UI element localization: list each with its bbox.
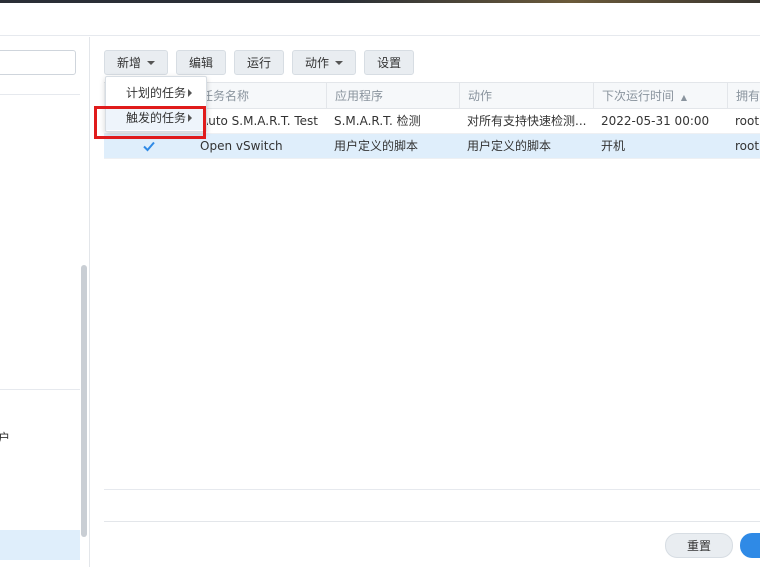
sidebar-divider — [0, 94, 80, 95]
chevron-down-icon — [335, 60, 344, 65]
column-header-next-run[interactable]: 下次运行时间 ▲ — [593, 83, 727, 109]
edit-button[interactable]: 编辑 — [176, 50, 227, 75]
new-button[interactable]: 新增 — [104, 50, 169, 75]
window-header — [0, 3, 760, 36]
column-header-owner[interactable]: 拥有者 — [727, 83, 760, 109]
cell-application: S.M.A.R.T. 检测 — [334, 114, 421, 128]
cell-next-run: 开机 — [601, 139, 626, 153]
sidebar-divider — [0, 389, 80, 390]
sort-ascending-icon: ▲ — [680, 93, 687, 102]
edit-button-label: 编辑 — [189, 56, 214, 70]
toolbar: 新增 编辑 运行 动作 设置 — [104, 50, 415, 75]
grid-footer-divider — [104, 489, 760, 490]
cell-action: 用户定义的脚本 — [467, 139, 552, 153]
new-button-label: 新增 — [117, 56, 142, 70]
cell-application: 用户定义的脚本 — [334, 139, 419, 153]
cell-next-run: 2022-05-31 00:00 — [601, 114, 710, 128]
task-grid: 任务名称 应用程序 动作 下次运行时间 ▲ 拥有者 Auto S.M.A.R.T… — [104, 82, 760, 512]
sidebar-scrollbar[interactable] — [81, 265, 87, 537]
action-button-label: 动作 — [305, 56, 330, 70]
reset-button[interactable]: 重置 — [665, 533, 733, 558]
chevron-right-icon — [188, 89, 192, 97]
cell-action: 对所有支持快速检测... — [467, 114, 587, 128]
sidebar-item-selected[interactable] — [0, 530, 80, 560]
footer-divider — [104, 521, 760, 522]
primary-button[interactable] — [740, 533, 760, 558]
run-button-label: 运行 — [247, 56, 272, 70]
run-button[interactable]: 运行 — [234, 50, 285, 75]
cell-task-name: Open vSwitch — [200, 139, 283, 153]
sidebar: 户 — [0, 37, 90, 567]
menu-item-label: 计划的任务 — [126, 86, 187, 100]
reset-button-label: 重置 — [686, 539, 711, 553]
cell-owner: root — [735, 114, 760, 128]
column-header-task-name[interactable]: 任务名称 — [192, 83, 326, 109]
sidebar-search-input[interactable] — [0, 50, 76, 75]
cell-owner: root — [735, 139, 760, 153]
action-button[interactable]: 动作 — [292, 50, 357, 75]
column-header-next-run-label: 下次运行时间 — [602, 89, 675, 103]
checkmark-icon[interactable] — [142, 139, 156, 153]
column-header-application[interactable]: 应用程序 — [326, 83, 459, 109]
settings-button[interactable]: 设置 — [364, 50, 415, 75]
menu-item-scheduled-task[interactable]: 计划的任务 — [106, 81, 206, 105]
highlight-annotation — [94, 106, 206, 139]
column-header-action[interactable]: 动作 — [459, 83, 593, 109]
sidebar-item-user[interactable]: 户 — [0, 429, 10, 446]
chevron-down-icon — [147, 60, 156, 65]
cell-task-name: Auto S.M.A.R.T. Test — [200, 114, 318, 128]
settings-button-label: 设置 — [377, 56, 402, 70]
